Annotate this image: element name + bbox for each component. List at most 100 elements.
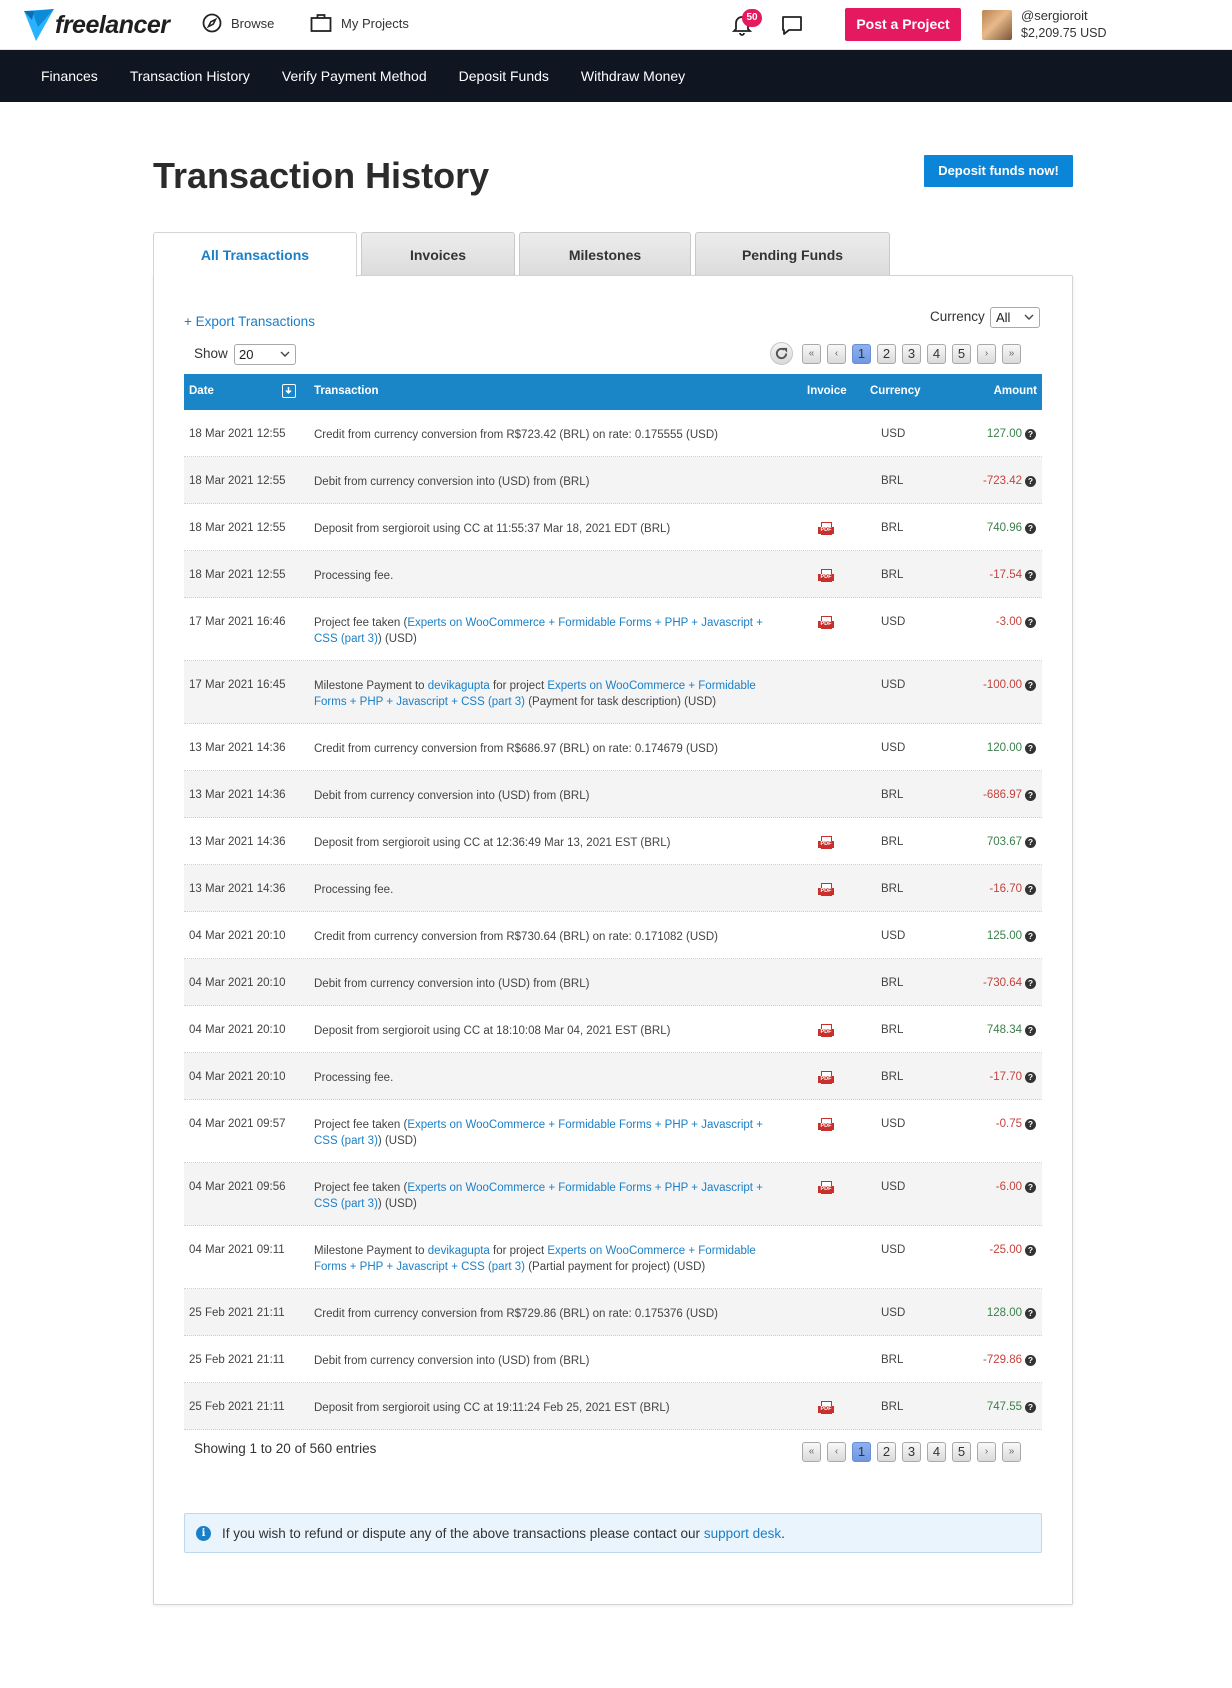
subnav-verify-payment-method[interactable]: Verify Payment Method (282, 68, 427, 84)
row-description: Processing fee. (314, 568, 784, 584)
header-date[interactable]: Date (189, 385, 214, 397)
help-icon[interactable]: ? (1025, 522, 1036, 534)
page-2-button[interactable]: 2 (877, 344, 896, 364)
help-icon[interactable]: ? (1025, 475, 1036, 487)
table-row: 13 Mar 2021 14:36 Processing fee. PDF BRL -1… (184, 865, 1042, 912)
page-size-select[interactable]: 20 (234, 344, 296, 365)
table-row: 18 Mar 2021 12:55 Processing fee. PDF BRL -1… (184, 551, 1042, 598)
table-row: 04 Mar 2021 09:57 Project fee taken (Expe… (184, 1100, 1042, 1163)
row-description: Debit from currency conversion into (USD… (314, 1353, 784, 1369)
row-description: Processing fee. (314, 1070, 784, 1086)
last-page-button[interactable]: » (1002, 1442, 1021, 1462)
page-4-button[interactable]: 4 (927, 1442, 946, 1462)
help-icon[interactable]: ? (1025, 1181, 1036, 1193)
chevron-down-icon (280, 351, 290, 357)
row-currency: USD (881, 1244, 906, 1256)
row-amount: -6.00? (996, 1181, 1036, 1193)
subnav-withdraw-money[interactable]: Withdraw Money (581, 68, 685, 84)
row-date: 17 Mar 2021 16:46 (189, 616, 286, 628)
chevron-down-icon (1024, 314, 1034, 320)
row-amount-value: -0.75 (995, 1118, 1022, 1130)
next-page-button[interactable]: › (977, 1442, 996, 1462)
row-amount-value: -17.54 (989, 569, 1022, 581)
freelancer-logo[interactable]: freelancer (24, 8, 170, 42)
row-description-text: Project fee taken ( (314, 617, 408, 629)
row-description: Credit from currency conversion from R$7… (314, 1306, 784, 1322)
notification-badge: 50 (742, 9, 762, 27)
page-1-button[interactable]: 1 (852, 344, 871, 364)
help-icon[interactable]: ? (1025, 1354, 1036, 1366)
support-desk-link[interactable]: support desk (704, 1526, 781, 1541)
pdf-label: PDF (818, 621, 834, 628)
row-currency: USD (881, 679, 906, 691)
first-page-button[interactable]: « (802, 344, 821, 364)
tab-all-transactions[interactable]: All Transactions (153, 232, 357, 277)
username[interactable]: @sergioroit (1021, 8, 1088, 23)
deposit-funds-button[interactable]: Deposit funds now! (924, 155, 1073, 187)
row-description-text: Credit from currency conversion from R$6… (314, 743, 718, 755)
help-icon[interactable]: ? (1025, 1024, 1036, 1036)
page-3-button[interactable]: 3 (902, 344, 921, 364)
help-icon[interactable]: ? (1025, 569, 1036, 581)
pdf-label: PDF (818, 1186, 834, 1193)
last-page-button[interactable]: » (1002, 344, 1021, 364)
row-description-text: Milestone Payment to (314, 1245, 428, 1257)
chat-icon[interactable] (781, 15, 803, 36)
row-description: Deposit from sergioroit using CC at 19:1… (314, 1400, 784, 1416)
row-description-text: Credit from currency conversion from R$7… (314, 1308, 718, 1320)
help-icon[interactable]: ? (1025, 1118, 1036, 1130)
refresh-button[interactable] (770, 342, 793, 365)
table-row: 04 Mar 2021 20:10 Processing fee. PDF BRL -1… (184, 1053, 1042, 1100)
help-icon[interactable]: ? (1025, 836, 1036, 848)
row-date: 18 Mar 2021 12:55 (189, 569, 286, 581)
page-1-button[interactable]: 1 (852, 1442, 871, 1462)
subnav-deposit-funds[interactable]: Deposit Funds (459, 68, 549, 84)
help-icon[interactable]: ? (1025, 977, 1036, 989)
help-icon[interactable]: ? (1025, 1071, 1036, 1083)
help-icon[interactable]: ? (1025, 1244, 1036, 1256)
tab-milestones[interactable]: Milestones (519, 232, 691, 276)
help-icon[interactable]: ? (1025, 616, 1036, 628)
row-description-link[interactable]: devikagupta (428, 680, 490, 692)
help-icon[interactable]: ? (1025, 883, 1036, 895)
tab-pending-funds[interactable]: Pending Funds (695, 232, 890, 276)
row-description-text: Processing fee. (314, 884, 394, 896)
avatar[interactable] (982, 10, 1012, 40)
row-date: 13 Mar 2021 14:36 (189, 742, 286, 754)
help-icon[interactable]: ? (1025, 789, 1036, 801)
prev-page-button[interactable]: ‹ (827, 344, 846, 364)
row-date: 04 Mar 2021 20:10 (189, 930, 286, 942)
page-size-value: 20 (239, 347, 254, 362)
help-icon[interactable]: ? (1025, 742, 1036, 754)
subnav-transaction-history[interactable]: Transaction History (130, 68, 250, 84)
page-5-button[interactable]: 5 (952, 1442, 971, 1462)
sort-download-icon[interactable] (282, 384, 296, 398)
row-description: Project fee taken (Experts on WooCommerc… (314, 615, 784, 647)
row-currency: BRL (881, 1024, 904, 1036)
prev-page-button[interactable]: ‹ (827, 1442, 846, 1462)
pdf-label: PDF (818, 1123, 834, 1130)
tab-invoices[interactable]: Invoices (361, 232, 515, 276)
my-projects-link[interactable]: My Projects (310, 13, 409, 33)
help-icon[interactable]: ? (1025, 1401, 1036, 1413)
currency-select[interactable]: All (990, 307, 1040, 328)
row-description-link[interactable]: devikagupta (428, 1245, 490, 1257)
export-transactions-link[interactable]: + Export Transactions (184, 314, 315, 329)
help-icon[interactable]: ? (1025, 1307, 1036, 1319)
help-icon[interactable]: ? (1025, 679, 1036, 691)
row-amount: -25.00? (989, 1244, 1036, 1256)
page-5-button[interactable]: 5 (952, 344, 971, 364)
browse-link[interactable]: Browse (202, 13, 274, 33)
row-amount: 120.00? (987, 742, 1036, 754)
help-icon[interactable]: ? (1025, 428, 1036, 440)
page-2-button[interactable]: 2 (877, 1442, 896, 1462)
row-date: 13 Mar 2021 14:36 (189, 883, 286, 895)
table-row: 13 Mar 2021 14:36 Credit from currency co… (184, 724, 1042, 771)
post-project-button[interactable]: Post a Project (845, 8, 961, 41)
page-4-button[interactable]: 4 (927, 344, 946, 364)
next-page-button[interactable]: › (977, 344, 996, 364)
help-icon[interactable]: ? (1025, 930, 1036, 942)
page-3-button[interactable]: 3 (902, 1442, 921, 1462)
subnav-finances[interactable]: Finances (41, 68, 98, 84)
first-page-button[interactable]: « (802, 1442, 821, 1462)
